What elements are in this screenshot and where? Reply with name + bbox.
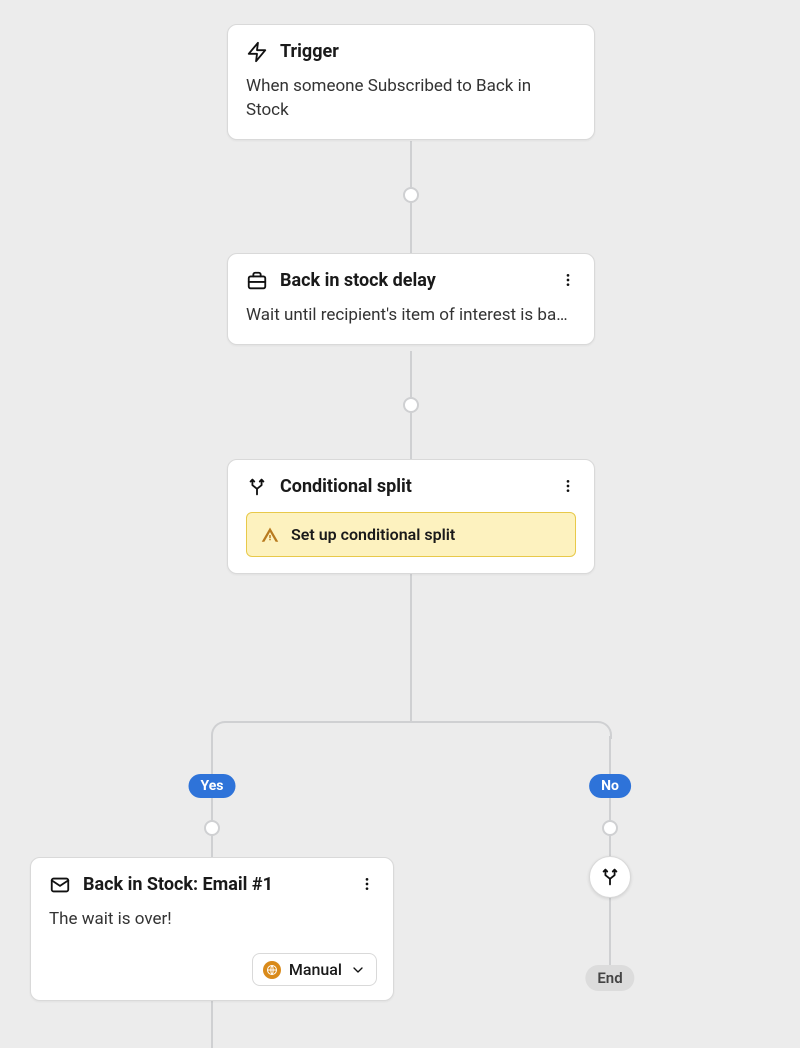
card-description: When someone Subscribed to Back in Stock <box>246 75 576 123</box>
briefcase-icon <box>246 270 268 292</box>
warning-triangle-icon <box>261 526 279 544</box>
branch-label-no: No <box>589 774 631 798</box>
end-label: End <box>585 965 634 991</box>
add-step-button[interactable] <box>589 856 631 898</box>
flow-canvas[interactable]: Yes No End Trigger When someone Subscrib… <box>0 0 800 1048</box>
connector-line <box>226 721 596 723</box>
send-mode-selector[interactable]: Manual <box>252 953 377 986</box>
card-title: Trigger <box>280 41 339 63</box>
connector-corner <box>211 721 229 739</box>
card-more-button[interactable] <box>355 872 379 896</box>
branch-label-yes: Yes <box>189 774 236 798</box>
card-more-button[interactable] <box>556 268 580 292</box>
card-title: Back in stock delay <box>280 270 436 292</box>
card-description: The wait is over! <box>49 908 375 932</box>
delay-card[interactable]: Back in stock delay Wait until recipient… <box>227 253 595 345</box>
card-description: Wait until recipient's item of interest … <box>246 304 576 328</box>
chevron-down-icon <box>350 962 366 978</box>
connector-dot <box>403 397 419 413</box>
mode-label: Manual <box>289 960 342 979</box>
connector-dot <box>602 820 618 836</box>
split-arrows-icon <box>246 476 268 498</box>
mail-icon <box>49 874 71 896</box>
connector-line <box>410 573 412 723</box>
trigger-card[interactable]: Trigger When someone Subscribed to Back … <box>227 24 595 140</box>
warning-label: Set up conditional split <box>291 525 455 544</box>
conditional-split-card[interactable]: Conditional split Set up conditional spl… <box>227 459 595 574</box>
card-more-button[interactable] <box>556 474 580 498</box>
lightning-icon <box>246 41 268 63</box>
email-card[interactable]: Back in Stock: Email #1 The wait is over… <box>30 857 394 1001</box>
card-title: Conditional split <box>280 476 412 498</box>
connector-line <box>609 736 611 966</box>
setup-warning[interactable]: Set up conditional split <box>246 512 576 557</box>
connector-dot <box>204 820 220 836</box>
card-title: Back in Stock: Email #1 <box>83 874 273 896</box>
split-arrows-icon <box>599 866 621 888</box>
connector-dot <box>403 187 419 203</box>
connector-line <box>211 1001 213 1048</box>
mode-status-icon <box>263 961 281 979</box>
